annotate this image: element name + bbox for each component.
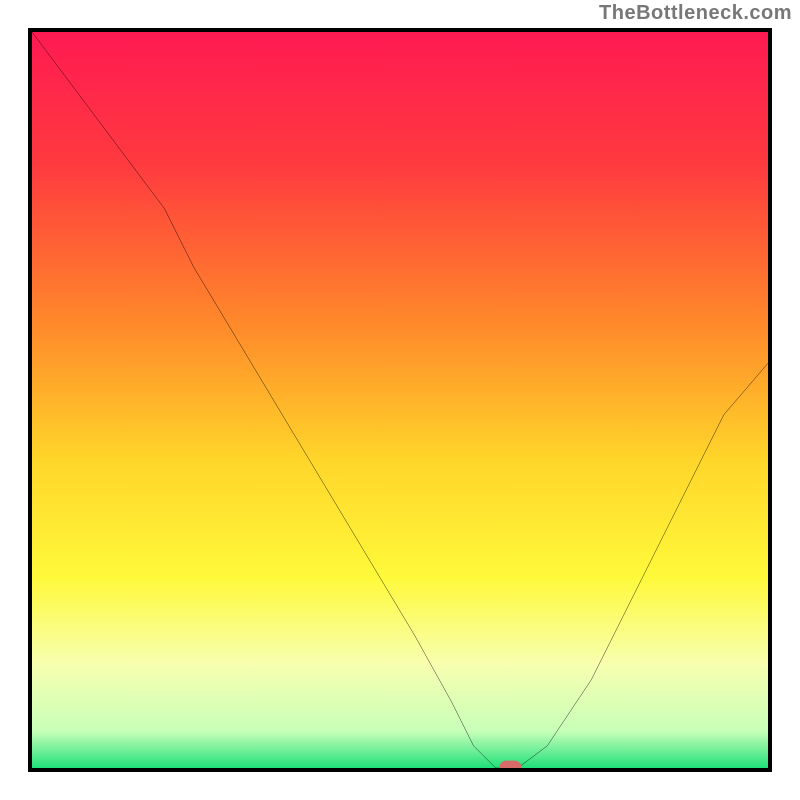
optimal-point-marker: [499, 761, 521, 768]
watermark-text: TheBottleneck.com: [599, 2, 792, 25]
chart-frame: [28, 28, 772, 772]
gradient-background: [32, 32, 768, 768]
chart-svg: [32, 32, 768, 768]
